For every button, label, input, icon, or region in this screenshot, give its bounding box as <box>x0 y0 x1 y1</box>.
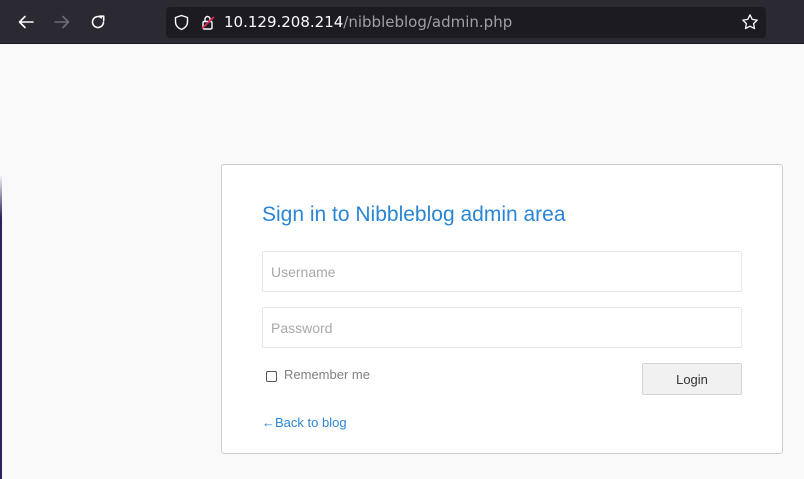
back-button[interactable] <box>14 10 38 34</box>
username-input[interactable] <box>262 251 742 292</box>
url-text[interactable]: 10.129.208.214/nibbleblog/admin.php <box>224 7 512 38</box>
forward-arrow-icon <box>54 15 70 29</box>
remember-me-checkbox[interactable] <box>266 371 277 382</box>
back-arrow-icon <box>18 15 34 29</box>
url-host: 10.129.208.214 <box>224 13 344 31</box>
lock-insecure-icon[interactable] <box>200 14 216 36</box>
url-bar[interactable]: 10.129.208.214/nibbleblog/admin.php <box>166 7 766 38</box>
login-title: Sign in to Nibbleblog admin area <box>262 203 566 226</box>
forward-button[interactable] <box>50 10 74 34</box>
back-to-blog-link[interactable]: ←Back to blog <box>262 415 347 430</box>
login-box: Sign in to Nibbleblog admin area Remembe… <box>221 164 783 454</box>
login-button[interactable]: Login <box>642 363 742 395</box>
reload-icon <box>91 15 105 29</box>
remember-me[interactable]: Remember me <box>266 367 370 384</box>
star-icon[interactable] <box>741 13 759 36</box>
reload-button[interactable] <box>86 10 110 34</box>
remember-me-label[interactable]: Remember me <box>284 367 370 382</box>
browser-toolbar: 10.129.208.214/nibbleblog/admin.php <box>0 0 804 44</box>
url-path: /nibbleblog/admin.php <box>343 13 513 31</box>
password-input[interactable] <box>262 307 742 348</box>
shield-icon[interactable] <box>173 14 190 36</box>
window-edge <box>0 44 2 479</box>
